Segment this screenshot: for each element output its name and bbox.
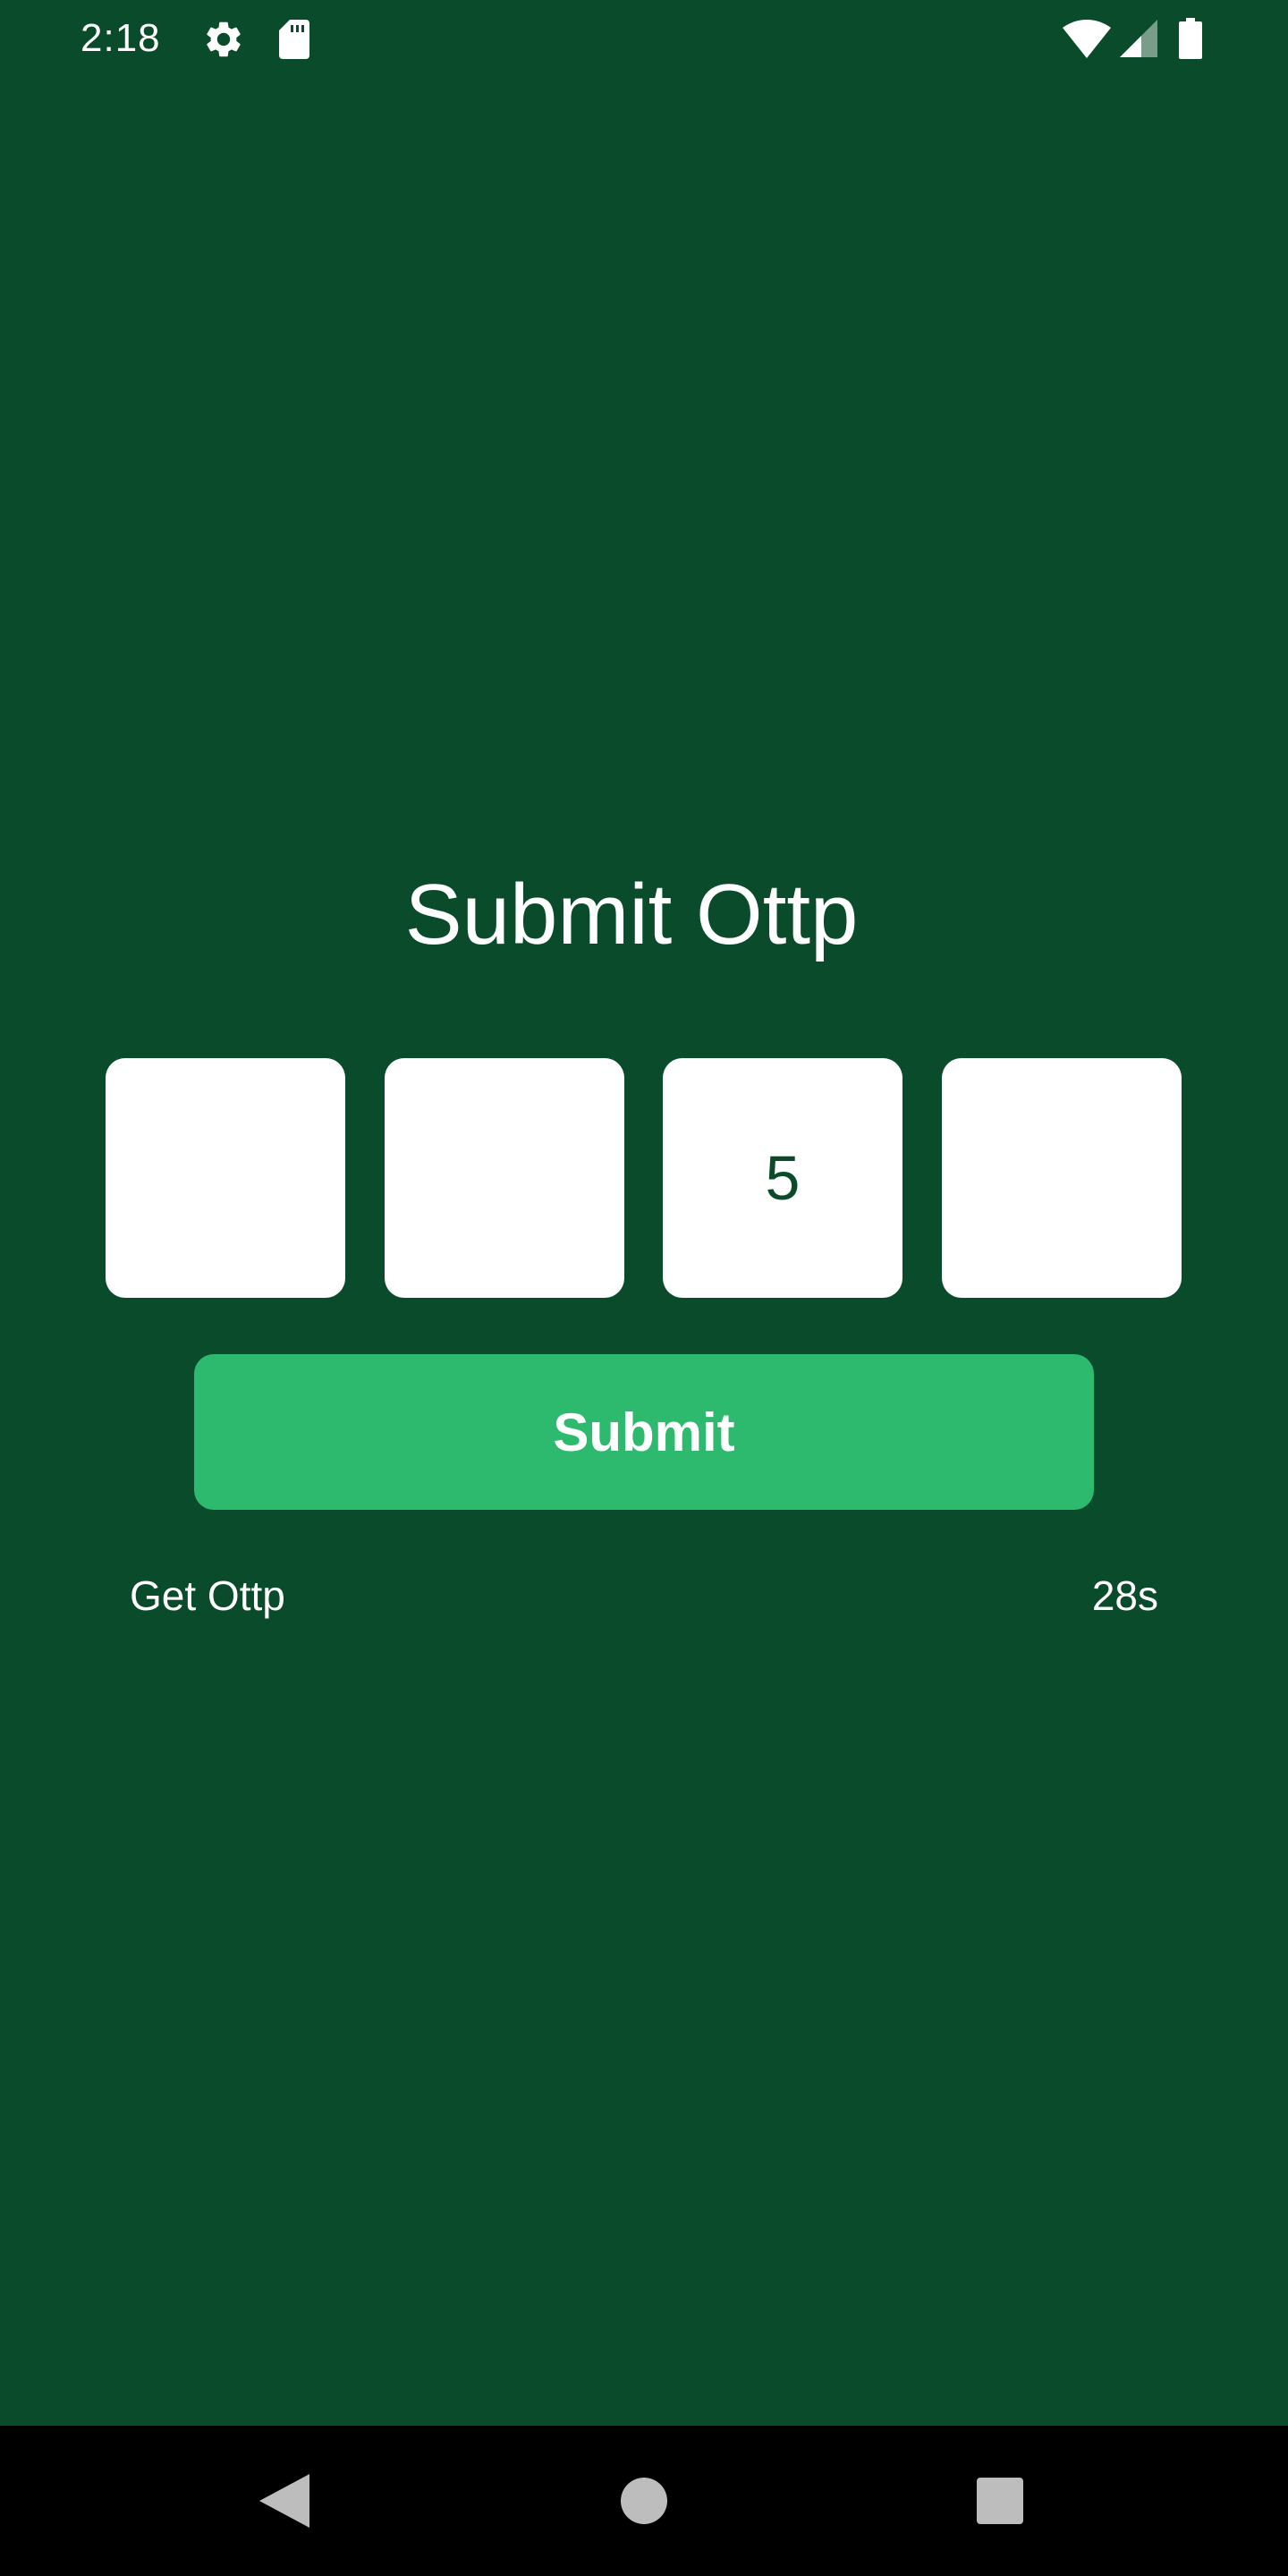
status-bar: 2:18 [0,0,1288,79]
submit-button[interactable]: Submit [194,1354,1094,1510]
resend-timer: 28s [1091,1572,1158,1619]
wifi-icon [1063,20,1111,59]
page-title: Submit Ottp [404,867,859,962]
battery-icon [1179,18,1202,59]
status-time: 2:18 [80,16,161,60]
otp-digit-field-2[interactable] [385,1058,624,1298]
gear-icon [202,18,245,61]
otp-digit-field-1[interactable] [106,1058,345,1298]
recents-icon[interactable] [925,2426,1075,2576]
get-otp-link[interactable]: Get Ottp [130,1572,285,1620]
sd-card-icon [274,18,313,61]
signal-icon [1120,20,1157,57]
otp-digit-field-3[interactable]: 5 [663,1058,902,1298]
otp-screen: 2:18 Submit Ottp 5 Submit Get Ottp 28s [0,0,1288,2576]
navigation-bar [0,2426,1288,2576]
otp-digit-field-4[interactable] [942,1058,1182,1298]
home-icon[interactable] [569,2426,719,2576]
back-icon[interactable] [209,2426,360,2576]
otp-input-row: 5 [106,1058,1182,1298]
